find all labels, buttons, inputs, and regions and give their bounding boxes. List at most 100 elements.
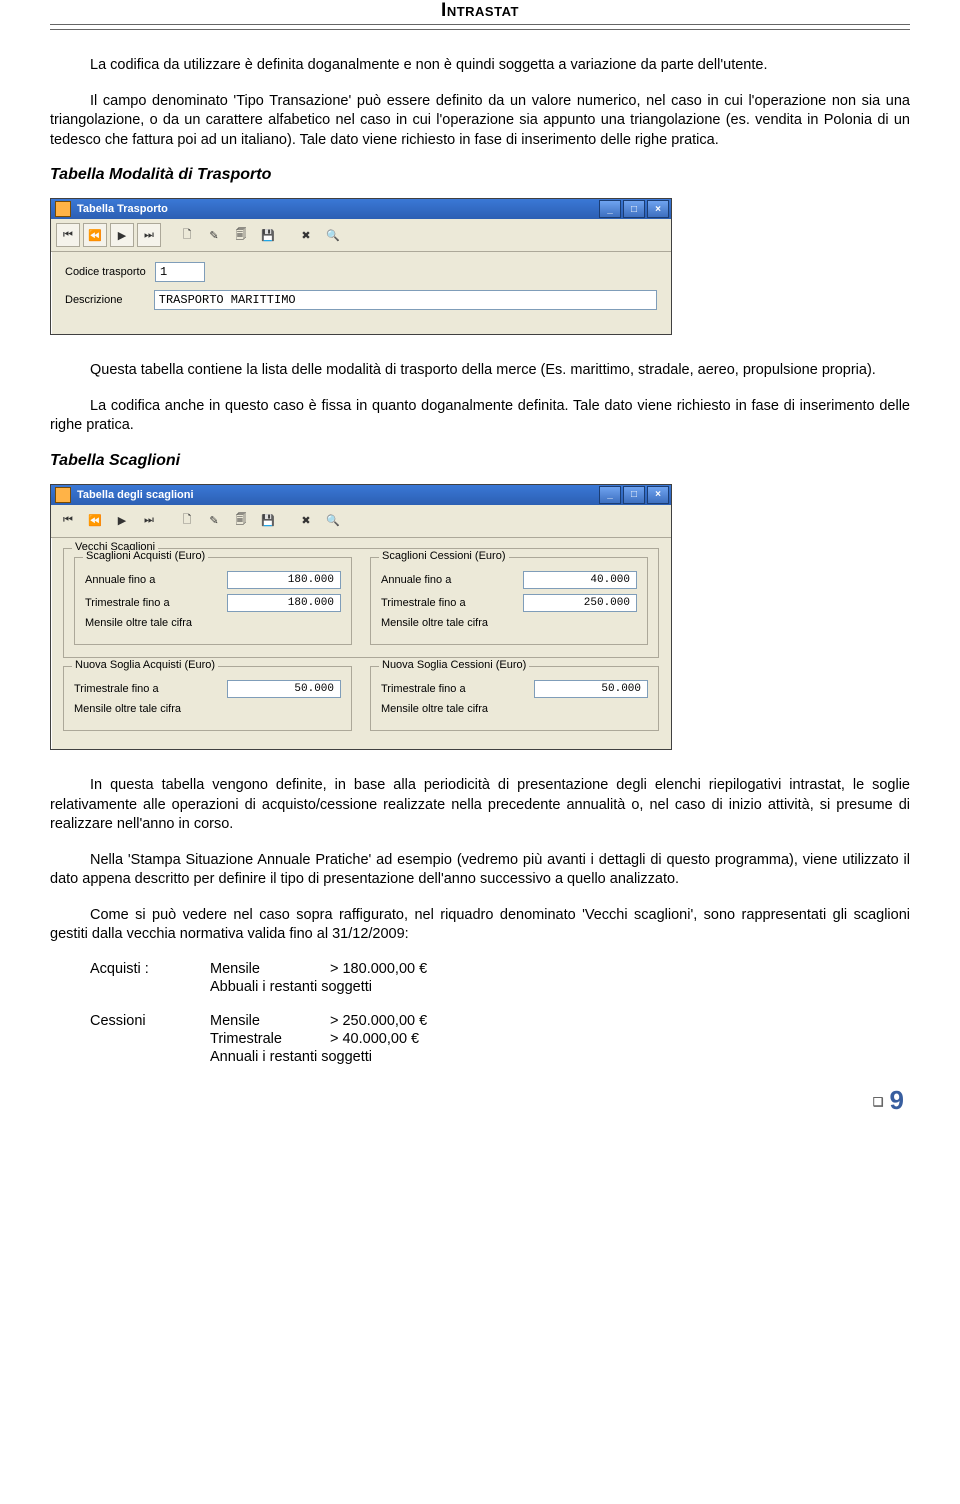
nav-last-button[interactable]: ⏭ bbox=[137, 509, 161, 533]
label-acq-trimestrale: Trimestrale fino a bbox=[85, 597, 227, 609]
legend-nuova-acquisti: Nuova Soglia Acquisti (Euro) bbox=[72, 659, 218, 671]
delete-button[interactable]: ✖ bbox=[294, 223, 318, 247]
input-descrizione[interactable]: TRASPORTO MARITTIMO bbox=[154, 290, 657, 310]
maximize-button[interactable]: □ bbox=[623, 486, 645, 504]
paragraph-2: Il campo denominato 'Tipo Transazione' p… bbox=[50, 92, 910, 151]
window-title: Tabella Trasporto bbox=[77, 203, 168, 215]
fieldset-cessioni: Scaglioni Cessioni (Euro) Annuale fino a… bbox=[370, 557, 648, 645]
edit-icon: ✎ bbox=[209, 229, 218, 242]
new-icon: 🗋 bbox=[183, 226, 192, 245]
label-acq-mensile: Mensile oltre tale cifra bbox=[85, 617, 227, 629]
fieldset-nuova-acquisti: Nuova Soglia Acquisti (Euro) Trimestrale… bbox=[63, 666, 352, 731]
acq-l2-c3: Abbuali i restanti soggetti bbox=[210, 979, 372, 995]
label-ces-mensile: Mensile oltre tale cifra bbox=[381, 617, 523, 629]
input-acq-annuale[interactable]: 180.000 bbox=[227, 571, 341, 589]
legend-acquisti: Scaglioni Acquisti (Euro) bbox=[83, 550, 208, 562]
paragraph-1: La codifica da utilizzare è definita dog… bbox=[50, 56, 910, 76]
label-codice-trasporto: Codice trasporto bbox=[65, 266, 155, 278]
delete-button[interactable]: ✖ bbox=[294, 509, 318, 533]
page-running-head: Intrastat bbox=[50, 0, 910, 25]
ces-l2-c3: > 40.000,00 € bbox=[330, 1031, 419, 1047]
fieldset-vecchi-scaglioni: Vecchi Scaglioni Scaglioni Acquisti (Eur… bbox=[63, 548, 659, 658]
save-icon: 💾 bbox=[261, 514, 275, 527]
first-icon: ⏮ bbox=[63, 514, 73, 527]
window-scaglioni: Tabella degli scaglioni _ □ × ⏮ ⏪ ▶ ⏭ 🗋 … bbox=[50, 484, 672, 750]
delete-icon: ✖ bbox=[301, 514, 310, 527]
prev-icon: ⏪ bbox=[88, 229, 102, 242]
acquisti-line-1: Acquisti : Mensile > 180.000,00 € bbox=[90, 961, 910, 977]
label-nacq-trimestrale: Trimestrale fino a bbox=[74, 683, 227, 695]
input-codice-trasporto[interactable]: 1 bbox=[155, 262, 205, 282]
copy-icon: 🗐 bbox=[236, 511, 247, 530]
minimize-button[interactable]: _ bbox=[599, 486, 621, 504]
play-icon: ▶ bbox=[118, 229, 126, 242]
nav-first-button[interactable]: ⏮ bbox=[56, 223, 80, 247]
last-icon: ⏭ bbox=[144, 514, 154, 527]
page-number: ❑9 bbox=[50, 1085, 910, 1116]
edit-button[interactable]: ✎ bbox=[202, 509, 226, 533]
search-button[interactable]: 🔍 bbox=[321, 223, 345, 247]
cessioni-line-1: Cessioni Mensile > 250.000,00 € bbox=[90, 1013, 910, 1029]
search-icon: 🔍 bbox=[326, 229, 340, 242]
legend-nuova-cessioni: Nuova Soglia Cessioni (Euro) bbox=[379, 659, 529, 671]
edit-button[interactable]: ✎ bbox=[202, 223, 226, 247]
ces-l1-c2: Mensile bbox=[210, 1013, 330, 1029]
input-nces-trimestrale[interactable]: 50.000 bbox=[534, 680, 648, 698]
input-ces-trimestrale[interactable]: 250.000 bbox=[523, 594, 637, 612]
ces-l2-c2: Trimestrale bbox=[210, 1031, 330, 1047]
paragraph-5: In questa tabella vengono definite, in b… bbox=[50, 776, 910, 835]
input-ces-annuale[interactable]: 40.000 bbox=[523, 571, 637, 589]
acq-l1-c3: > 180.000,00 € bbox=[330, 961, 427, 977]
new-button[interactable]: 🗋 bbox=[175, 223, 199, 247]
new-icon: 🗋 bbox=[183, 511, 192, 530]
new-button[interactable]: 🗋 bbox=[175, 509, 199, 533]
titlebar-trasporto: Tabella Trasporto _ □ × bbox=[51, 199, 671, 219]
label-descrizione: Descrizione bbox=[65, 294, 154, 306]
label-nces-mensile: Mensile oltre tale cifra bbox=[381, 703, 534, 715]
window-trasporto: Tabella Trasporto _ □ × ⏮ ⏪ ▶ ⏭ 🗋 ✎ 🗐 💾 … bbox=[50, 198, 672, 335]
search-icon: 🔍 bbox=[326, 514, 340, 527]
nav-play-button[interactable]: ▶ bbox=[110, 223, 134, 247]
label-acq-annuale: Annuale fino a bbox=[85, 574, 227, 586]
delete-icon: ✖ bbox=[301, 229, 310, 242]
maximize-button[interactable]: □ bbox=[623, 200, 645, 218]
close-button[interactable]: × bbox=[647, 486, 669, 504]
nav-play-button[interactable]: ▶ bbox=[110, 509, 134, 533]
minimize-button[interactable]: _ bbox=[599, 200, 621, 218]
play-icon: ▶ bbox=[118, 514, 126, 527]
nav-prev-button[interactable]: ⏪ bbox=[83, 223, 107, 247]
nav-first-button[interactable]: ⏮ bbox=[56, 509, 80, 533]
close-button[interactable]: × bbox=[647, 200, 669, 218]
cessioni-line-2: Trimestrale > 40.000,00 € bbox=[90, 1031, 910, 1047]
save-button[interactable]: 💾 bbox=[256, 509, 280, 533]
copy-button[interactable]: 🗐 bbox=[229, 223, 253, 247]
save-button[interactable]: 💾 bbox=[256, 223, 280, 247]
window-icon bbox=[55, 487, 71, 503]
acq-label: Acquisti : bbox=[90, 961, 210, 977]
page-head-rule bbox=[50, 29, 910, 30]
titlebar-scaglioni: Tabella degli scaglioni _ □ × bbox=[51, 485, 671, 505]
section-scaglioni-title: Tabella Scaglioni bbox=[50, 452, 910, 470]
fieldset-nuova-cessioni: Nuova Soglia Cessioni (Euro) Trimestrale… bbox=[370, 666, 659, 731]
nav-last-button[interactable]: ⏭ bbox=[137, 223, 161, 247]
window-icon bbox=[55, 201, 71, 217]
input-acq-trimestrale[interactable]: 180.000 bbox=[227, 594, 341, 612]
first-icon: ⏮ bbox=[63, 229, 73, 242]
section-trasporto-title: Tabella Modalità di Trasporto bbox=[50, 166, 910, 184]
prev-icon: ⏪ bbox=[88, 514, 102, 527]
input-nacq-trimestrale[interactable]: 50.000 bbox=[227, 680, 341, 698]
nav-prev-button[interactable]: ⏪ bbox=[83, 509, 107, 533]
paragraph-6: Nella 'Stampa Situazione Annuale Pratich… bbox=[50, 851, 910, 890]
window-title: Tabella degli scaglioni bbox=[77, 489, 194, 501]
paragraph-3: Questa tabella contiene la lista delle m… bbox=[50, 361, 910, 381]
copy-icon: 🗐 bbox=[236, 226, 247, 245]
paragraph-7: Come si può vedere nel caso sopra raffig… bbox=[50, 906, 910, 945]
edit-icon: ✎ bbox=[209, 514, 218, 527]
search-button[interactable]: 🔍 bbox=[321, 509, 345, 533]
toolbar: ⏮ ⏪ ▶ ⏭ 🗋 ✎ 🗐 💾 ✖ 🔍 bbox=[51, 219, 671, 252]
page-bullet-icon: ❑ bbox=[873, 1095, 884, 1109]
label-nacq-mensile: Mensile oltre tale cifra bbox=[74, 703, 227, 715]
ces-l3-c3: Annuali i restanti soggetti bbox=[210, 1049, 372, 1065]
copy-button[interactable]: 🗐 bbox=[229, 509, 253, 533]
ces-l1-c3: > 250.000,00 € bbox=[330, 1013, 427, 1029]
